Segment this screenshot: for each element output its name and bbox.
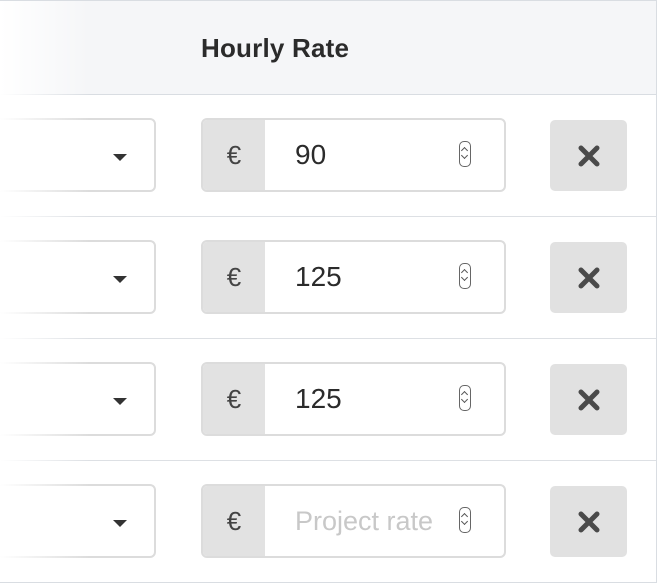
table-row: € 90 (0, 95, 656, 217)
hourly-rate-input-group: € 125 (201, 240, 506, 314)
table-header: Hourly Rate (0, 0, 656, 96)
hourly-rate-input[interactable]: Project rate (295, 486, 433, 556)
remove-row-button[interactable] (550, 364, 627, 435)
role-select[interactable] (0, 362, 156, 436)
table-row: € 125 (0, 217, 656, 339)
header-fade (0, 1, 90, 96)
currency-addon: € (203, 242, 265, 312)
role-select[interactable] (0, 118, 156, 192)
chevron-down-icon[interactable] (113, 154, 127, 161)
chevron-down-icon[interactable] (113, 398, 127, 405)
table-row: € 125 (0, 339, 656, 461)
role-select[interactable] (0, 240, 156, 314)
spinner-icon[interactable] (459, 263, 471, 289)
rates-table: Hourly Rate € 90 € 125 € 125 € Project r… (0, 0, 657, 583)
remove-row-button[interactable] (550, 242, 627, 313)
chevron-down-icon[interactable] (113, 520, 127, 527)
currency-addon: € (203, 120, 265, 190)
hourly-rate-input-group: € 125 (201, 362, 506, 436)
spinner-icon[interactable] (459, 385, 471, 411)
close-icon (578, 267, 599, 288)
hourly-rate-input-group: € Project rate (201, 484, 506, 558)
close-icon (578, 511, 599, 532)
chevron-down-icon[interactable] (113, 276, 127, 283)
spinner-icon[interactable] (459, 507, 471, 533)
hourly-rate-input[interactable]: 125 (295, 364, 342, 434)
remove-row-button[interactable] (550, 120, 627, 191)
hourly-rate-input-group: € 90 (201, 118, 506, 192)
hourly-rate-input[interactable]: 90 (295, 120, 326, 190)
hourly-rate-column-header: Hourly Rate (201, 33, 350, 63)
close-icon (578, 389, 599, 410)
close-icon (578, 145, 599, 166)
remove-row-button[interactable] (550, 486, 627, 557)
spinner-icon[interactable] (459, 141, 471, 167)
currency-addon: € (203, 486, 265, 556)
role-select[interactable] (0, 484, 156, 558)
hourly-rate-input[interactable]: 125 (295, 242, 342, 312)
table-row: € Project rate (0, 461, 656, 582)
currency-addon: € (203, 364, 265, 434)
